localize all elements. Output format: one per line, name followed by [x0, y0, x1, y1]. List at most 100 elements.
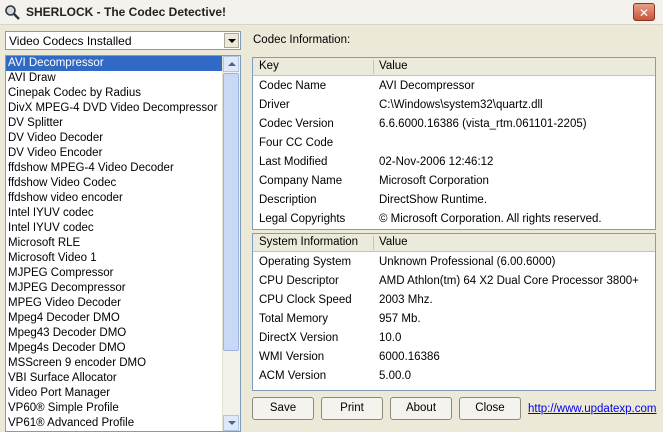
row-key: DirectX Version: [259, 332, 339, 344]
row-value: © Microsoft Corporation. All rights rese…: [379, 213, 602, 225]
magnifier-app-icon: [5, 5, 20, 20]
row-value: 5.00.0: [379, 370, 411, 382]
table-row[interactable]: DirectX Version 10.0: [253, 329, 655, 348]
row-value: 6000.16386: [379, 351, 440, 363]
table-row[interactable]: Company Name Microsoft Corporation: [253, 172, 655, 191]
table-row[interactable]: Description DirectShow Runtime.: [253, 191, 655, 210]
table-row[interactable]: Driver C:\Windows\system32\quartz.dll: [253, 96, 655, 115]
column-header-value[interactable]: Value: [379, 236, 408, 248]
codec-list-item[interactable]: ffdshow video encoder: [6, 191, 224, 206]
codec-list-item[interactable]: Mpeg4 Decoder DMO: [6, 311, 224, 326]
row-value: AMD Athlon(tm) 64 X2 Dual Core Processor…: [379, 275, 639, 287]
row-key: ACM Version: [259, 370, 327, 382]
close-button[interactable]: Close: [459, 397, 521, 420]
codec-info-rows: Codec Name AVI Decompressor Driver C:\Windo…: [253, 77, 655, 229]
row-key: Total Memory: [259, 313, 329, 325]
about-button[interactable]: About: [390, 397, 452, 420]
row-key: CPU Clock Speed: [259, 294, 352, 306]
row-key: Driver: [259, 99, 290, 111]
row-value: C:\Windows\system32\quartz.dll: [379, 99, 543, 111]
table-row[interactable]: Codec Version 6.6.6000.16386 (vista_rtm.0…: [253, 115, 655, 134]
app-window: SHERLOCK - The Codec Detective! ✕ Video …: [0, 0, 663, 432]
table-row[interactable]: Four CC Code: [253, 134, 655, 153]
column-header-value[interactable]: Value: [379, 60, 408, 72]
system-info-header: System Information Value: [253, 234, 655, 252]
table-row[interactable]: Codec Name AVI Decompressor: [253, 77, 655, 96]
codec-list-item[interactable]: DivX MPEG-4 DVD Video Decompressor: [6, 101, 224, 116]
row-value: 2003 Mhz.: [379, 294, 433, 306]
codec-list-item[interactable]: MJPEG Compressor: [6, 266, 224, 281]
row-value: 02-Nov-2006 12:46:12: [379, 156, 494, 168]
row-key: Codec Version: [259, 118, 334, 130]
column-header-key[interactable]: Key: [259, 60, 279, 72]
website-link[interactable]: http://www.updatexp.com: [528, 403, 656, 415]
table-row[interactable]: Last Modified 02-Nov-2006 12:46:12: [253, 153, 655, 172]
row-value: Unknown Professional (6.00.6000): [379, 256, 556, 268]
codec-type-dropdown[interactable]: Video Codecs Installed: [5, 31, 241, 50]
column-header-system-information[interactable]: System Information: [259, 236, 358, 248]
row-value: DirectShow Runtime.: [379, 194, 488, 206]
row-value: 6.6.6000.16386 (vista_rtm.061101-2205): [379, 118, 587, 130]
window-title: SHERLOCK - The Codec Detective!: [26, 5, 227, 19]
list-scrollbar[interactable]: [222, 56, 240, 431]
scroll-down-arrow-icon[interactable]: [223, 415, 239, 431]
codec-list-item[interactable]: Mpeg43 Decoder DMO: [6, 326, 224, 341]
system-info-rows: Operating System Unknown Professional (6.…: [253, 253, 655, 386]
column-divider[interactable]: [373, 60, 374, 74]
title-bar: SHERLOCK - The Codec Detective! ✕: [0, 0, 663, 25]
codec-list-item[interactable]: VP60® Simple Profile: [6, 401, 224, 416]
codec-list-item[interactable]: Cinepak Codec by Radius: [6, 86, 224, 101]
system-info-table: System Information Value Operating Syste…: [252, 233, 656, 391]
scroll-up-arrow-icon[interactable]: [223, 56, 239, 72]
codec-list-item[interactable]: Mpeg4s Decoder DMO: [6, 341, 224, 356]
row-key: Company Name: [259, 175, 343, 187]
codec-list-item[interactable]: VBI Surface Allocator: [6, 371, 224, 386]
codec-list-item[interactable]: Intel IYUV codec: [6, 206, 224, 221]
codec-list-item[interactable]: AVI Decompressor: [6, 56, 224, 71]
window-close-button[interactable]: ✕: [633, 3, 655, 21]
table-row[interactable]: ACM Version 5.00.0: [253, 367, 655, 386]
codec-list-item[interactable]: MPEG Video Decoder: [6, 296, 224, 311]
print-button[interactable]: Print: [321, 397, 383, 420]
codec-list-item[interactable]: ffdshow MPEG-4 Video Decoder: [6, 161, 224, 176]
codec-list-item[interactable]: ffdshow Video Codec: [6, 176, 224, 191]
row-value: AVI Decompressor: [379, 80, 475, 92]
row-key: Operating System: [259, 256, 352, 268]
codec-list-item[interactable]: DV Splitter: [6, 116, 224, 131]
table-row[interactable]: CPU Descriptor AMD Athlon(tm) 64 X2 Dual …: [253, 272, 655, 291]
save-button[interactable]: Save: [252, 397, 314, 420]
codec-list-item[interactable]: DV Video Decoder: [6, 131, 224, 146]
row-key: Codec Name: [259, 80, 327, 92]
codec-list-item[interactable]: MJPEG Decompressor: [6, 281, 224, 296]
codec-list-item[interactable]: Microsoft RLE: [6, 236, 224, 251]
chevron-down-icon[interactable]: [224, 33, 239, 48]
codec-list-item[interactable]: Microsoft Video 1: [6, 251, 224, 266]
codec-info-header: Key Value: [253, 58, 655, 76]
row-key: CPU Descriptor: [259, 275, 339, 287]
codec-list-items: AVI Decompressor AVI Draw Cinepak Codec by…: [6, 56, 224, 431]
codec-information-label: Codec Information:: [253, 34, 351, 46]
row-value: 10.0: [379, 332, 402, 344]
row-key: Four CC Code: [259, 137, 334, 149]
row-key: Description: [259, 194, 317, 206]
table-row[interactable]: Legal Copyrights © Microsoft Corporation.…: [253, 210, 655, 229]
dropdown-selected-value: Video Codecs Installed: [9, 34, 132, 48]
row-key: Last Modified: [259, 156, 328, 168]
codec-list-item[interactable]: AVI Draw: [6, 71, 224, 86]
codec-list-item[interactable]: DV Video Encoder: [6, 146, 224, 161]
table-row[interactable]: Operating System Unknown Professional (6.…: [253, 253, 655, 272]
row-value: Microsoft Corporation: [379, 175, 489, 187]
row-key: WMI Version: [259, 351, 325, 363]
scroll-thumb[interactable]: [223, 73, 239, 351]
codec-info-table: Key Value Codec Name AVI Decompressor Driv…: [252, 57, 656, 230]
codec-list-item[interactable]: Video Port Manager: [6, 386, 224, 401]
table-row[interactable]: CPU Clock Speed 2003 Mhz.: [253, 291, 655, 310]
codec-list-item[interactable]: VP61® Advanced Profile: [6, 416, 224, 431]
table-row[interactable]: WMI Version 6000.16386: [253, 348, 655, 367]
codec-list-item[interactable]: Intel IYUV codec: [6, 221, 224, 236]
column-divider[interactable]: [373, 236, 374, 250]
row-key: Legal Copyrights: [259, 213, 346, 225]
codec-listbox[interactable]: AVI Decompressor AVI Draw Cinepak Codec by…: [5, 55, 241, 432]
table-row[interactable]: Total Memory 957 Mb.: [253, 310, 655, 329]
codec-list-item[interactable]: MSScreen 9 encoder DMO: [6, 356, 224, 371]
